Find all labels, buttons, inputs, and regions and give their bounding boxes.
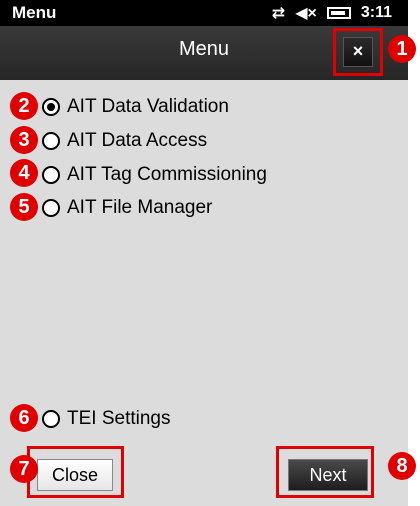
annotation-badge-1: 1: [388, 35, 416, 63]
annotation-badge-5: 5: [10, 193, 38, 221]
annotation-box-close: [27, 446, 124, 498]
volume-icon: ◀×: [295, 5, 317, 22]
option-data-access[interactable]: AIT Data Access: [42, 130, 207, 152]
radio-button[interactable]: [42, 166, 60, 184]
option-label: AIT Tag Commissioning: [67, 164, 267, 185]
status-title: Menu: [12, 3, 57, 22]
radio-button[interactable]: [42, 199, 60, 217]
battery-icon: [326, 7, 351, 19]
annotation-badge-3: 3: [10, 126, 38, 154]
connectivity-icon: ⇄: [271, 5, 286, 22]
radio-button[interactable]: [42, 132, 60, 150]
annotation-box-next: [276, 446, 374, 498]
status-icons: ⇄ ◀× 3:11: [272, 3, 392, 23]
option-tag-commissioning[interactable]: AIT Tag Commissioning: [42, 164, 267, 186]
option-data-validation[interactable]: AIT Data Validation: [42, 96, 229, 118]
status-bar: Menu ⇄ ◀× 3:11: [0, 0, 408, 26]
option-label: AIT File Manager: [67, 197, 213, 218]
status-time: 3:11: [360, 4, 392, 21]
option-label: AIT Data Access: [67, 130, 208, 151]
annotation-box-close-x: [333, 28, 383, 76]
option-label: AIT Data Validation: [67, 96, 229, 117]
radio-button[interactable]: [42, 98, 60, 116]
option-tei-settings[interactable]: TEI Settings: [42, 408, 171, 430]
annotation-badge-6: 6: [10, 404, 38, 432]
annotation-badge-4: 4: [10, 159, 38, 187]
option-file-manager[interactable]: AIT File Manager: [42, 197, 212, 219]
annotation-badge-7: 7: [10, 455, 38, 483]
annotation-badge-8: 8: [388, 452, 416, 480]
radio-button[interactable]: [42, 410, 60, 428]
option-label: TEI Settings: [67, 408, 171, 429]
annotation-badge-2: 2: [10, 92, 38, 120]
